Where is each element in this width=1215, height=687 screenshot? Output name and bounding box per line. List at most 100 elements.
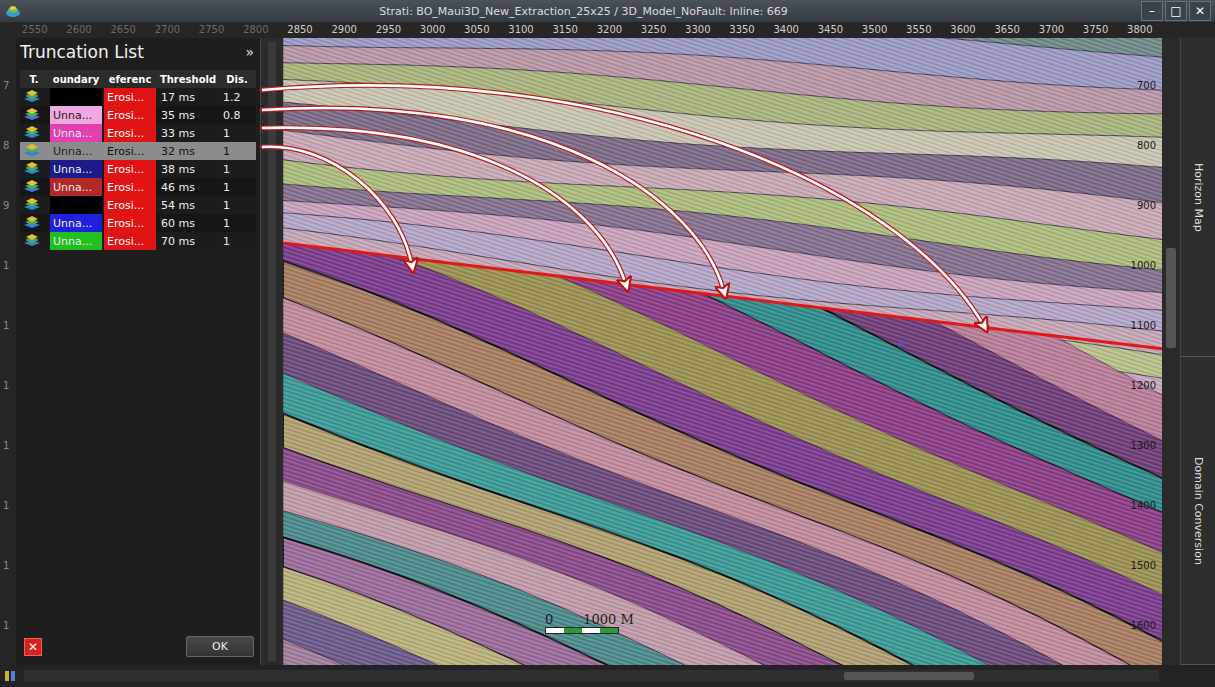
distance-cell[interactable]: 1 <box>220 196 254 214</box>
truncation-list-panel: Truncation List» T.oundaryeferencThreshol… <box>16 38 261 665</box>
distance-cell[interactable]: 1 <box>220 232 254 250</box>
ruler-tick: 2900 <box>331 24 356 35</box>
ruler-tick: 2950 <box>376 24 401 35</box>
table-row[interactable]: Unna...Erosi...38 ms1 <box>20 160 256 178</box>
horizon-type-cell <box>20 142 48 160</box>
ruler-tick: 1 <box>3 260 9 271</box>
horizon-stack-icon <box>23 180 41 195</box>
left-ruler: 7891111111 <box>0 38 16 665</box>
boundary-cell[interactable]: Unna... <box>50 124 102 142</box>
reference-cell[interactable]: Erosi... <box>104 232 156 250</box>
side-tabs: Horizon MapDomain Conversion <box>1180 38 1215 665</box>
horizon-stack-icon <box>23 234 41 249</box>
horizon-type-cell <box>20 178 48 196</box>
ruler-tick: 3600 <box>950 24 975 35</box>
ruler-tick: 1 <box>3 380 9 391</box>
maximize-button[interactable]: □ <box>1165 1 1187 21</box>
layers-icon[interactable] <box>4 667 18 686</box>
table-row[interactable]: Unna...Erosi...32 ms1 <box>20 142 256 160</box>
ok-button[interactable]: OK <box>186 636 254 657</box>
reference-cell[interactable]: Erosi... <box>104 124 156 142</box>
ruler-tick: 8 <box>3 140 9 151</box>
table-row[interactable]: Erosi...54 ms1 <box>20 196 256 214</box>
horizontal-scrollbar[interactable] <box>24 670 1159 682</box>
boundary-cell[interactable]: Unna... <box>50 214 102 232</box>
ruler-tick: 2650 <box>110 24 135 35</box>
threshold-cell[interactable]: 35 ms <box>158 106 218 124</box>
threshold-cell[interactable]: 32 ms <box>158 142 218 160</box>
ruler-tick: 2750 <box>199 24 224 35</box>
threshold-cell[interactable]: 38 ms <box>158 160 218 178</box>
threshold-cell[interactable]: 33 ms <box>158 124 218 142</box>
minimize-button[interactable]: – <box>1141 1 1163 21</box>
reference-cell[interactable]: Erosi... <box>104 214 156 232</box>
column-header[interactable]: eferenc <box>104 70 156 88</box>
vertical-scrollbar[interactable] <box>1162 38 1180 665</box>
horizon-stack-icon <box>23 198 41 213</box>
column-header[interactable]: Threshold <box>158 70 218 88</box>
column-header[interactable]: Dis. <box>220 70 254 88</box>
boundary-cell[interactable]: Unna... <box>50 160 102 178</box>
side-tab[interactable]: Horizon Map <box>1181 38 1215 357</box>
side-tab[interactable]: Domain Conversion <box>1181 357 1215 665</box>
column-header[interactable]: T. <box>20 70 48 88</box>
boundary-cell[interactable] <box>50 196 102 214</box>
boundary-cell[interactable]: Unna... <box>50 106 102 124</box>
distance-cell[interactable]: 1.2 <box>220 88 254 106</box>
ruler-tick: 1 <box>3 620 9 631</box>
ruler-tick: 3450 <box>818 24 843 35</box>
window-title: Strati: BO_Maui3D_New_Extraction_25x25 /… <box>26 5 1141 18</box>
seismic-section[interactable]: 7008009001000110012001300140015001600010… <box>283 38 1162 665</box>
table-row[interactable]: Unna...Erosi...35 ms0.8 <box>20 106 256 124</box>
threshold-cell[interactable]: 46 ms <box>158 178 218 196</box>
threshold-cell[interactable]: 54 ms <box>158 196 218 214</box>
table-row[interactable]: Unna...Erosi...33 ms1 <box>20 124 256 142</box>
horizon-type-cell <box>20 106 48 124</box>
boundary-cell[interactable]: Unna... <box>50 178 102 196</box>
distance-cell[interactable]: 1 <box>220 214 254 232</box>
ruler-tick: 1 <box>3 320 9 331</box>
table-header: T.oundaryeferencThresholdDis. <box>20 70 256 88</box>
reference-cell[interactable]: Erosi... <box>104 160 156 178</box>
reference-cell[interactable]: Erosi... <box>104 178 156 196</box>
ruler-tick: 2600 <box>66 24 91 35</box>
close-button[interactable]: ✕ <box>1189 1 1211 21</box>
reference-cell[interactable]: Erosi... <box>104 88 156 106</box>
ruler-tick: 3250 <box>641 24 666 35</box>
arrow <box>262 108 724 292</box>
annotation-arrows <box>0 0 1215 687</box>
reference-cell[interactable]: Erosi... <box>104 142 156 160</box>
collapse-button[interactable]: » <box>245 44 254 60</box>
reference-cell[interactable]: Erosi... <box>104 106 156 124</box>
reference-cell[interactable]: Erosi... <box>104 196 156 214</box>
splitter[interactable] <box>261 38 283 665</box>
horizon-stack-icon <box>23 216 41 231</box>
threshold-cell[interactable]: 17 ms <box>158 88 218 106</box>
ruler-tick: 1 <box>3 560 9 571</box>
table-row[interactable]: Unna...Erosi...60 ms1 <box>20 214 256 232</box>
distance-cell[interactable]: 1 <box>220 160 254 178</box>
column-header[interactable]: oundary <box>50 70 102 88</box>
ruler-tick: 700 <box>1137 80 1156 91</box>
distance-cell[interactable]: 1 <box>220 124 254 142</box>
boundary-cell[interactable] <box>50 88 102 106</box>
delete-button[interactable]: ✕ <box>24 638 42 656</box>
panel-title: Truncation List <box>20 42 245 62</box>
table-row[interactable]: Unna...Erosi...70 ms1 <box>20 232 256 250</box>
title-bar: Strati: BO_Maui3D_New_Extraction_25x25 /… <box>0 0 1215 22</box>
ruler-tick: 3150 <box>552 24 577 35</box>
distance-cell[interactable]: 1 <box>220 142 254 160</box>
distance-cell[interactable]: 0.8 <box>220 106 254 124</box>
threshold-cell[interactable]: 60 ms <box>158 214 218 232</box>
table-row[interactable]: Erosi...17 ms1.2 <box>20 88 256 106</box>
ruler-tick: 3100 <box>508 24 533 35</box>
erosion-surface[interactable] <box>283 243 1162 353</box>
scale-bar: 01000 M <box>545 612 634 634</box>
table-row[interactable]: Unna...Erosi...46 ms1 <box>20 178 256 196</box>
boundary-cell[interactable]: Unna... <box>50 142 102 160</box>
ruler-tick: 1 <box>3 500 9 511</box>
distance-cell[interactable]: 1 <box>220 178 254 196</box>
threshold-cell[interactable]: 70 ms <box>158 232 218 250</box>
boundary-cell[interactable]: Unna... <box>50 232 102 250</box>
app-logo-icon <box>0 4 26 18</box>
